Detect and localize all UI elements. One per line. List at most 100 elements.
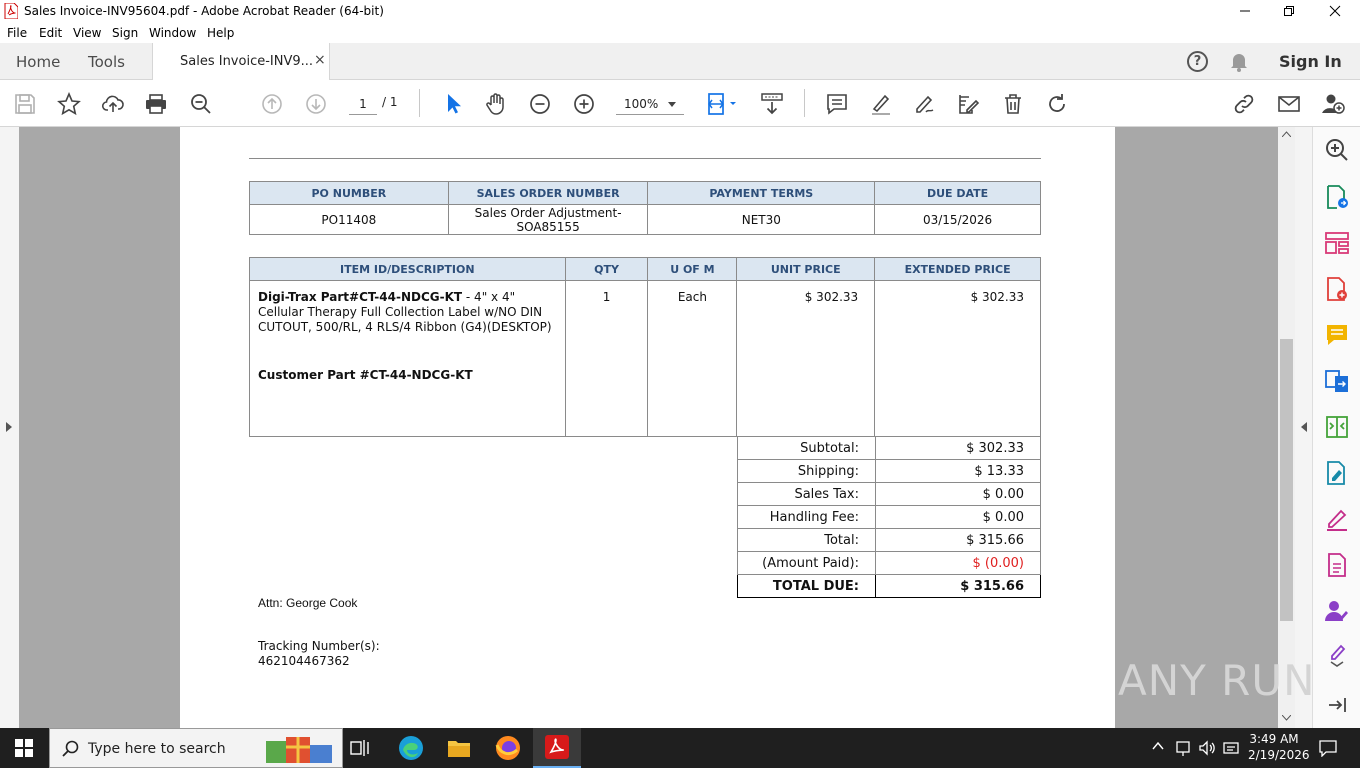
next-page-button[interactable] bbox=[303, 91, 329, 117]
user-add-icon bbox=[1322, 94, 1345, 114]
start-button[interactable] bbox=[0, 728, 48, 768]
sign-in-button[interactable]: Sign In bbox=[1279, 52, 1342, 71]
print-button[interactable] bbox=[143, 91, 169, 117]
vertical-scrollbar[interactable] bbox=[1278, 127, 1295, 728]
file-explorer-button[interactable] bbox=[435, 728, 483, 768]
rotate-button[interactable] bbox=[1044, 91, 1070, 117]
tab-bar: Home Tools Sales Invoice-INV9... × ? Sig… bbox=[0, 43, 1360, 81]
item-extended-price: $ 302.33 bbox=[874, 280, 1041, 437]
combine-files-tool[interactable] bbox=[1324, 368, 1350, 394]
taskbar-search-box[interactable]: Type here to search bbox=[49, 728, 343, 768]
zoom-out-button[interactable] bbox=[527, 91, 553, 117]
minus-circle-icon bbox=[530, 94, 550, 114]
organize-pages-tool[interactable] bbox=[1324, 230, 1350, 256]
system-clock[interactable]: 3:49 AM 2/19/2026 bbox=[1248, 731, 1310, 763]
close-tab-icon[interactable]: × bbox=[314, 52, 326, 68]
menu-help[interactable]: Help bbox=[207, 26, 234, 40]
firefox-button[interactable] bbox=[484, 728, 532, 768]
edit-pdf-tool[interactable] bbox=[1324, 460, 1350, 486]
add-user-button[interactable] bbox=[1320, 91, 1346, 117]
column-header: DUE DATE bbox=[874, 181, 1041, 205]
acrobat-app-icon bbox=[4, 3, 18, 19]
item-unit-price: $ 302.33 bbox=[736, 280, 876, 437]
toolbar-divider bbox=[804, 89, 805, 117]
zoom-in-button[interactable] bbox=[571, 91, 597, 117]
create-pdf-tool[interactable] bbox=[1324, 276, 1350, 302]
request-signature-tool[interactable] bbox=[1324, 598, 1350, 624]
pdf-page: PO NUMBER SALES ORDER NUMBER PAYMENT TER… bbox=[180, 127, 1115, 728]
volume-icon[interactable] bbox=[1198, 739, 1216, 757]
comment-tool[interactable] bbox=[1324, 322, 1350, 348]
bookmark-button[interactable] bbox=[56, 91, 82, 117]
email-button[interactable] bbox=[1276, 91, 1302, 117]
totals-table: Subtotal: $ 302.33 Shipping: $ 13.33 Sales… bbox=[737, 436, 1041, 598]
close-window-button[interactable] bbox=[1312, 0, 1358, 22]
menu-file[interactable]: File bbox=[7, 26, 27, 40]
protect-tool[interactable] bbox=[1324, 552, 1350, 578]
totals-label: Handling Fee: bbox=[737, 505, 876, 529]
collapse-right-icon bbox=[1329, 698, 1346, 712]
star-icon bbox=[57, 92, 81, 116]
scroll-up-icon[interactable] bbox=[1282, 131, 1291, 137]
notification-center-icon[interactable] bbox=[1318, 739, 1338, 757]
scrollbar-thumb[interactable] bbox=[1280, 339, 1293, 621]
tab-home[interactable]: Home bbox=[16, 53, 60, 71]
scroll-down-icon[interactable] bbox=[1282, 715, 1291, 721]
page-fit-button[interactable] bbox=[704, 91, 740, 117]
task-view-button[interactable] bbox=[336, 728, 384, 768]
input-method-icon[interactable] bbox=[1222, 739, 1240, 757]
highlight-button[interactable] bbox=[868, 91, 894, 117]
export-pdf-tool[interactable] bbox=[1324, 184, 1350, 210]
previous-page-button[interactable] bbox=[259, 91, 285, 117]
totals-value: $ 315.66 bbox=[875, 528, 1041, 552]
select-tool-button[interactable] bbox=[440, 91, 466, 117]
minimize-button[interactable] bbox=[1222, 0, 1268, 22]
delete-button[interactable] bbox=[1000, 91, 1026, 117]
share-link-button[interactable] bbox=[1231, 91, 1257, 117]
printer-icon bbox=[146, 94, 166, 114]
more-tools[interactable] bbox=[1324, 642, 1350, 668]
organize-pages-icon bbox=[1325, 232, 1349, 254]
zoom-level-dropdown[interactable]: 100% bbox=[616, 93, 684, 115]
total-due-label: TOTAL DUE: bbox=[737, 574, 876, 598]
document-icon bbox=[1328, 553, 1346, 577]
help-icon[interactable]: ? bbox=[1187, 51, 1208, 72]
item-qty: 1 bbox=[564, 280, 649, 437]
upload-button[interactable] bbox=[100, 91, 126, 117]
tab-tools[interactable]: Tools bbox=[88, 53, 125, 71]
pen-more-icon bbox=[1330, 644, 1346, 667]
acrobat-taskbar-button[interactable] bbox=[533, 728, 581, 768]
save-button[interactable] bbox=[12, 91, 38, 117]
document-viewer[interactable]: PO NUMBER SALES ORDER NUMBER PAYMENT TER… bbox=[19, 127, 1278, 728]
menu-sign[interactable]: Sign bbox=[112, 26, 138, 40]
totals-row: Sales Tax: $ 0.00 bbox=[737, 482, 1041, 506]
edge-browser-button[interactable] bbox=[387, 728, 435, 768]
column-header: PO NUMBER bbox=[249, 181, 449, 205]
left-panel-toggle[interactable] bbox=[0, 127, 19, 728]
fit-page-icon bbox=[708, 93, 736, 115]
zoom-tool[interactable] bbox=[1324, 137, 1350, 163]
network-icon[interactable] bbox=[1175, 739, 1191, 757]
arrow-down-circle-icon bbox=[306, 94, 326, 114]
right-panel-toggle[interactable] bbox=[1295, 127, 1313, 728]
fill-sign-button[interactable] bbox=[955, 91, 981, 117]
fill-and-sign-tool[interactable] bbox=[1324, 506, 1350, 532]
toolbar-divider bbox=[419, 89, 420, 117]
tab-document[interactable]: Sales Invoice-INV9... × bbox=[152, 43, 330, 81]
notifications-bell-icon[interactable] bbox=[1229, 51, 1249, 73]
menu-view[interactable]: View bbox=[73, 26, 101, 40]
draw-button[interactable] bbox=[912, 91, 938, 117]
restore-button[interactable] bbox=[1266, 0, 1312, 22]
menu-window[interactable]: Window bbox=[149, 26, 196, 40]
menu-edit[interactable]: Edit bbox=[39, 26, 62, 40]
save-icon bbox=[15, 94, 35, 114]
collapse-panel-button[interactable] bbox=[1324, 692, 1350, 718]
scroll-mode-button[interactable] bbox=[759, 91, 785, 117]
zoom-search-button[interactable] bbox=[188, 91, 214, 117]
comment-button[interactable] bbox=[824, 91, 850, 117]
page-number-input[interactable]: 1 bbox=[349, 93, 377, 115]
chevron-up-icon[interactable] bbox=[1152, 741, 1164, 751]
hand-tool-button[interactable] bbox=[483, 91, 509, 117]
payment-terms: NET30 bbox=[647, 204, 876, 235]
compress-pdf-tool[interactable] bbox=[1324, 414, 1350, 440]
